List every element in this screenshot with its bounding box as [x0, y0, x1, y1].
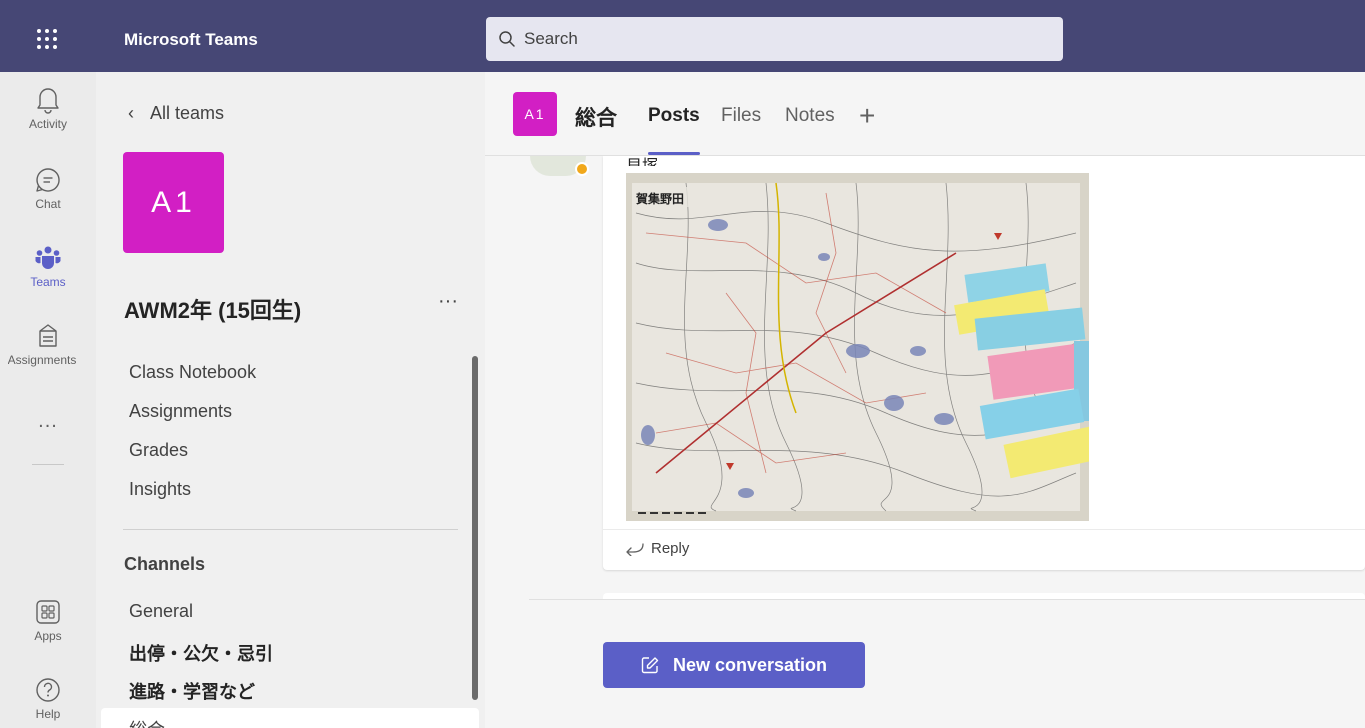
channel-team-avatar: A1 [513, 92, 557, 136]
app-rail: Activity Chat Teams Assignments ... Apps… [0, 72, 96, 728]
apps-icon [36, 600, 60, 624]
rail-label-apps: Apps [34, 629, 62, 643]
nav-assignments[interactable]: Assignments [129, 401, 232, 422]
rail-item-apps[interactable]: Apps [0, 598, 96, 643]
all-teams-back-link[interactable]: ‹ All teams [128, 103, 224, 124]
tab-posts[interactable]: Posts [648, 105, 700, 127]
app-title: Microsoft Teams [124, 30, 258, 49]
panel-divider [123, 529, 458, 530]
search-input[interactable]: Search [486, 17, 1063, 61]
rail-label-teams: Teams [30, 275, 66, 289]
nav-grades[interactable]: Grades [129, 440, 188, 461]
tab-files[interactable]: Files [721, 105, 761, 127]
assignments-icon [39, 324, 57, 347]
channel-main: 貝塚 [485, 72, 1365, 728]
tab-notes[interactable]: Notes [785, 105, 835, 127]
team-panel: ‹ All teams A1 AWM2年 (15回生) ··· Class No… [96, 72, 485, 728]
channel-general[interactable]: General [129, 601, 193, 622]
add-tab-icon[interactable]: + [859, 100, 875, 132]
teams-icon [35, 246, 61, 269]
rail-divider [32, 464, 64, 465]
rail-label-assignments: Assignments [7, 353, 77, 367]
back-label: All teams [150, 103, 225, 123]
team-more-options-icon[interactable]: ··· [438, 290, 458, 313]
presence-away-icon [575, 162, 589, 176]
new-conversation-button[interactable]: New conversation [603, 642, 865, 688]
top-bar: Microsoft Teams Search [0, 0, 1365, 72]
new-conversation-label: New conversation [672, 654, 828, 675]
reply-arrow-icon [626, 542, 644, 556]
channel-attendance[interactable]: 出停・公欠・忌引 [129, 640, 273, 666]
chevron-left-icon: ‹ [128, 103, 134, 123]
rail-label-activity: Activity [28, 117, 67, 131]
channel-header: A1 総合 Posts Files Notes + [485, 72, 1365, 156]
channel-title: 総合 [575, 107, 617, 130]
panel-scrollbar[interactable] [472, 356, 478, 700]
search-placeholder: Search [524, 29, 578, 48]
channels-heading: Channels [124, 554, 206, 574]
post-image[interactable]: 賀集野田 [626, 173, 1089, 521]
rail-item-assignments[interactable]: Assignments [0, 322, 96, 367]
app-launcher-icon[interactable] [34, 26, 60, 52]
reply-label: Reply [651, 540, 690, 557]
bell-icon [37, 88, 59, 114]
search-icon [499, 31, 515, 47]
channel-career[interactable]: 進路・学習など [129, 678, 255, 704]
compose-icon [641, 657, 659, 674]
rail-item-chat[interactable]: Chat [0, 166, 96, 211]
rail-label-chat: Chat [35, 197, 61, 211]
nav-class-notebook[interactable]: Class Notebook [129, 362, 256, 383]
next-post-card [603, 593, 1365, 599]
rail-label-help: Help [35, 707, 61, 721]
nav-insights[interactable]: Insights [129, 479, 191, 500]
map-title: 賀集野田 [635, 191, 684, 206]
rail-item-activity[interactable]: Activity [0, 86, 96, 131]
chat-icon [36, 168, 60, 192]
channel-sogo[interactable]: 総合 [129, 716, 165, 728]
team-name: AWM2年 (15回生) [124, 298, 302, 323]
more-apps-icon[interactable]: ... [0, 410, 96, 433]
post-card: 貝塚 [603, 156, 1365, 570]
thread-divider [529, 599, 1365, 600]
reply-button[interactable]: Reply [625, 540, 689, 557]
team-avatar: A1 [123, 152, 224, 253]
rail-item-teams[interactable]: Teams [0, 244, 96, 289]
active-tab-indicator [648, 152, 700, 155]
reply-divider [603, 529, 1365, 530]
help-icon [36, 678, 60, 702]
rail-item-help[interactable]: Help [0, 676, 96, 721]
